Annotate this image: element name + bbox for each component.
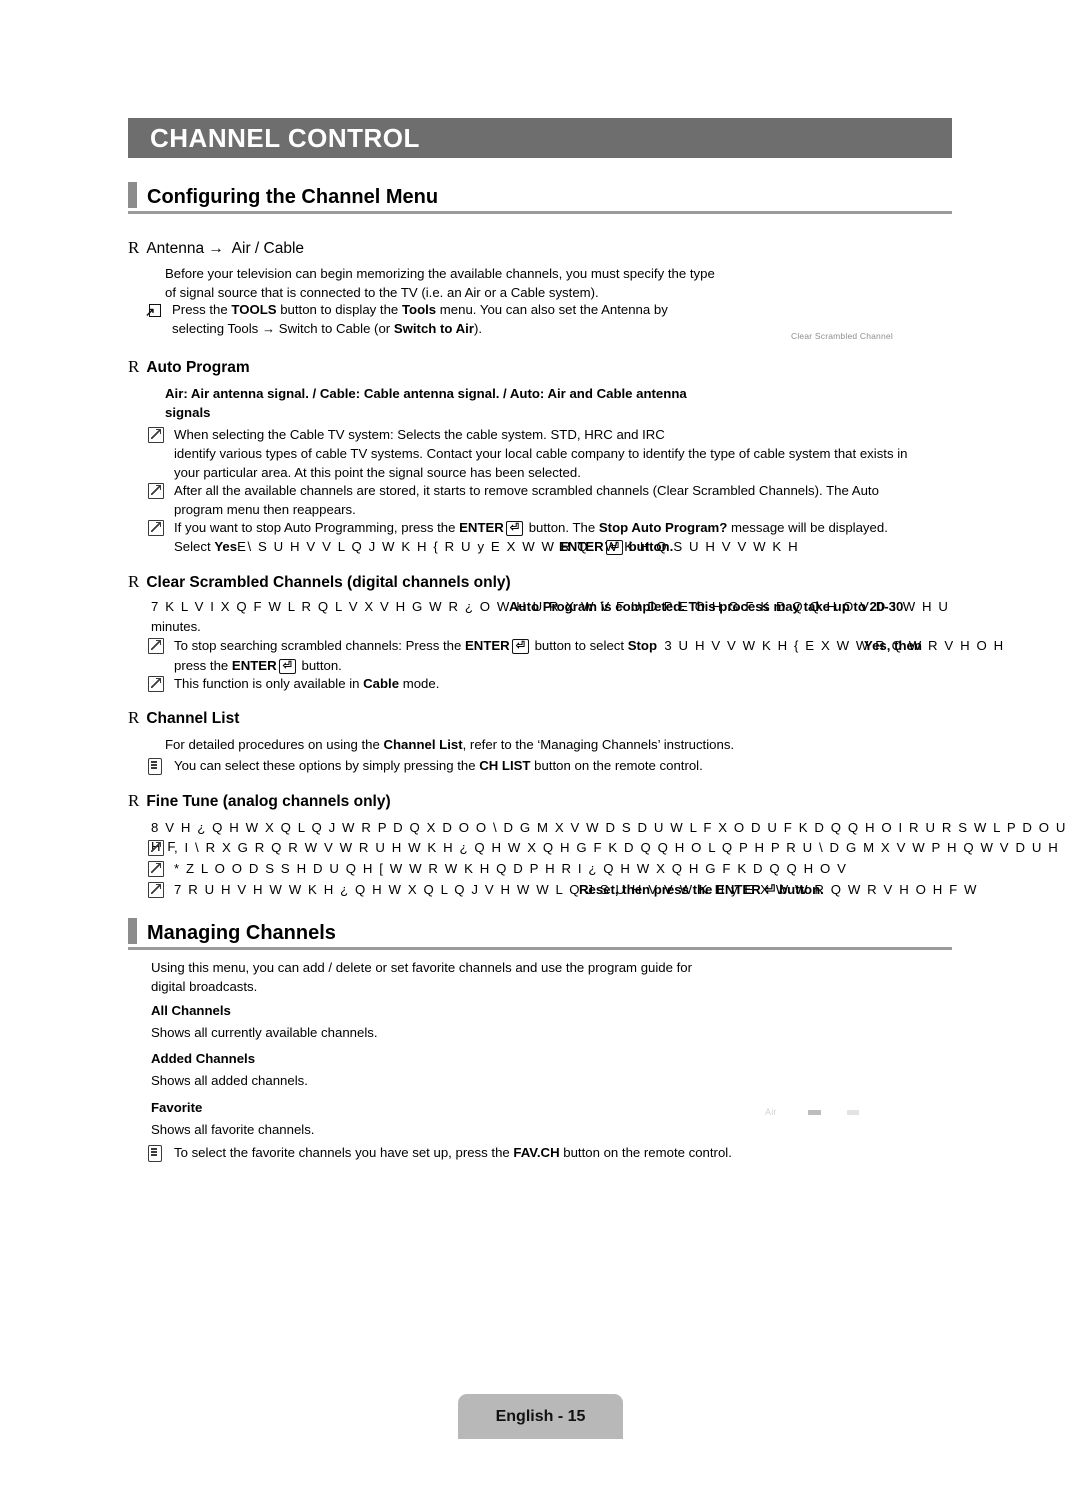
section-configuring-channel-menu: Configuring the Channel Menu (128, 182, 952, 214)
subsection-clear-scrambled-channels: R Clear Scrambled Channels (digital chan… (128, 572, 952, 592)
managing-intro-line2: digital broadcasts. (151, 979, 258, 995)
note-pencil-icon (148, 636, 165, 657)
subsection-auto-program: R Auto Program (128, 357, 952, 377)
clear-scrambled-heading: Clear Scrambled Channels (digital channe… (146, 574, 511, 591)
channel-list-note: You can select these options by simply p… (148, 756, 960, 777)
managing-intro: Using this menu, you can add / delete or… (151, 958, 941, 996)
clear-scrambled-paragraph: 7 K L V I X Q F W L R Q L V X V H G W R … (151, 597, 971, 636)
chapter-title: CHANNEL CONTROL (150, 122, 420, 153)
ch-list-icon (148, 756, 165, 777)
subsection-antenna: R Antenna → Air / Cable (128, 238, 952, 258)
auto-program-note2-line1: After all the available channels are sto… (174, 483, 879, 498)
note-pencil-icon (148, 859, 165, 880)
auto-program-note-3: If you want to stop Auto Programming, pr… (148, 518, 960, 557)
item-desc: Shows all currently available channels. (151, 1025, 378, 1040)
favorite-note-text: To select the favorite channels you have… (174, 1145, 732, 1160)
channel-list-note-text: You can select these options by simply p… (174, 758, 703, 773)
bullet-icon: R (128, 572, 140, 591)
enter-key-icon: ⏎ (511, 639, 529, 654)
note-pencil-icon (148, 674, 165, 695)
garbled-rot-text: 7 R U H V H W W K H ¿ Q H W X Q L Q J V … (174, 882, 979, 897)
ghost-chip-1 (808, 1110, 821, 1115)
auto-program-note1-line1: When selecting the Cable TV system: Sele… (174, 427, 665, 442)
auto-program-note3-line1: If you want to stop Auto Programming, pr… (174, 520, 888, 536)
item-title: All Channels (151, 1003, 231, 1018)
clear-scrambled-note1-line2: press the ENTER ⏎ button. (174, 658, 342, 674)
ghost-label-air: Air (765, 1107, 777, 1117)
item-desc: Shows all favorite channels. (151, 1122, 315, 1137)
overlay-enter-button-text: ENTER ⏎ button. (559, 539, 674, 556)
bullet-icon: R (128, 791, 140, 810)
bullet-icon: R (128, 708, 140, 727)
fine-tune-heading: Fine Tune (analog channels only) (146, 793, 391, 810)
clear-scrambled-note1-line1: To stop searching scrambled channels: Pr… (174, 636, 1005, 656)
fine-tune-note-1: , I \ R X G R Q R W V W R U H W K H ¿ Q … (148, 838, 1080, 859)
auto-program-note1-line3: your particular area. At this point the … (174, 465, 581, 481)
auto-program-signals-line1: Air: Air antenna signal. / Cable: Cable … (165, 386, 687, 401)
enter-key-icon: ⏎ (505, 521, 524, 536)
section-marker (128, 182, 137, 208)
channel-list-heading: Channel List (146, 710, 240, 727)
managing-favorite-note: To select the favorite channels you have… (148, 1143, 960, 1164)
page-number-label: English - 15 (495, 1407, 586, 1425)
chapter-banner: CHANNEL CONTROL (128, 118, 952, 158)
antenna-heading: Antenna → Air / Cable (146, 240, 305, 257)
antenna-paragraph-line1: Before your television can begin memoriz… (165, 266, 715, 281)
page-footer-tab: English - 15 (458, 1394, 623, 1439)
subsection-channel-list: R Channel List (128, 708, 952, 728)
fine-tune-note-2: * Z L O O D S S H D U Q H [ W W R W K H … (148, 859, 1080, 880)
clear-scrambled-note2-text: This function is only available in Cable… (174, 676, 440, 691)
ch-list-icon (148, 1143, 165, 1164)
tools-icon (145, 300, 163, 321)
overlay-yes-then-text: Yes, then (864, 638, 922, 653)
garbled-rot-text: , I \ R X G R Q R W V W R U H W K H ¿ Q … (174, 840, 1060, 855)
note-pencil-icon (148, 880, 165, 901)
clear-scrambled-note-1: To stop searching scrambled channels: Pr… (148, 636, 1003, 675)
item-title: Favorite (151, 1100, 203, 1115)
auto-program-signals: Air: Air antenna signal. / Cable: Cable … (165, 384, 955, 422)
bullet-icon: R (128, 238, 140, 257)
enter-key-icon: ⏎ (278, 659, 296, 674)
bullet-icon: R (128, 357, 140, 376)
auto-program-note-1: When selecting the Cable TV system: Sele… (148, 425, 960, 482)
note-pencil-icon (148, 481, 165, 502)
item-title: Added Channels (151, 1051, 256, 1066)
antenna-paragraph: Before your television can begin memoriz… (165, 264, 955, 302)
ghost-chip-2 (847, 1110, 859, 1115)
overlay-auto-program-text: Auto Program is completed. This process … (509, 599, 904, 614)
section-title-configuring: Configuring the Channel Menu (147, 186, 439, 208)
auto-program-note3-line2: Select YesE\ S U H V V L Q J W K H { R U… (174, 537, 960, 557)
document-page: CHANNEL CONTROL Configuring the Channel … (0, 0, 1080, 1488)
managing-intro-line1: Using this menu, you can add / delete or… (151, 960, 693, 975)
fine-tune-note-3: 7 R U H V H W W K H ¿ Q H W X Q L Q J V … (148, 880, 1080, 901)
subsection-fine-tune: R Fine Tune (analog channels only) (128, 791, 952, 811)
managing-item-all-channels: All Channels Shows all currently availab… (151, 1003, 941, 1042)
clear-scrambled-line2: minutes. (151, 619, 201, 634)
managing-item-favorite: Favorite Shows all favorite channels. (151, 1100, 941, 1139)
auto-program-note1-line2: identify various types of cable TV syste… (174, 446, 908, 462)
channel-list-paragraph: For detailed procedures on using the Cha… (165, 737, 735, 752)
garbled-rot-text: E\ S U H V V L Q J W K H { R U y E X W W… (237, 539, 800, 555)
auto-program-signals-line2: signals (165, 405, 211, 421)
overlay-reset-text: Reset, then press the ENTER ⏎ button. (579, 882, 824, 897)
auto-program-note2-line2: program menu then reappears. (174, 502, 356, 518)
note-pencil-icon (148, 425, 165, 446)
auto-program-note-2: After all the available channels are sto… (148, 481, 960, 519)
section-managing-channels: Managing Channels (128, 918, 952, 950)
auto-program-heading: Auto Program (146, 359, 250, 376)
item-desc: Shows all added channels. (151, 1073, 308, 1088)
note-pencil-icon (148, 838, 165, 859)
garbled-rot-text: * Z L O O D S S H D U Q H [ W W R W K H … (174, 861, 848, 876)
managing-item-added-channels: Added Channels Shows all added channels. (151, 1051, 941, 1090)
section-marker (128, 918, 137, 944)
clear-scrambled-note-2: This function is only available in Cable… (148, 674, 960, 695)
section-title-managing: Managing Channels (147, 922, 336, 944)
note-pencil-icon (148, 518, 165, 539)
garbled-rot-text: 3 U H V V W K H { E X W W R Q W R V H O … (664, 638, 1005, 653)
ghost-label-clear-scrambled-channel: Clear Scrambled Channel (791, 331, 893, 341)
enter-key-icon: ⏎ (605, 540, 623, 556)
